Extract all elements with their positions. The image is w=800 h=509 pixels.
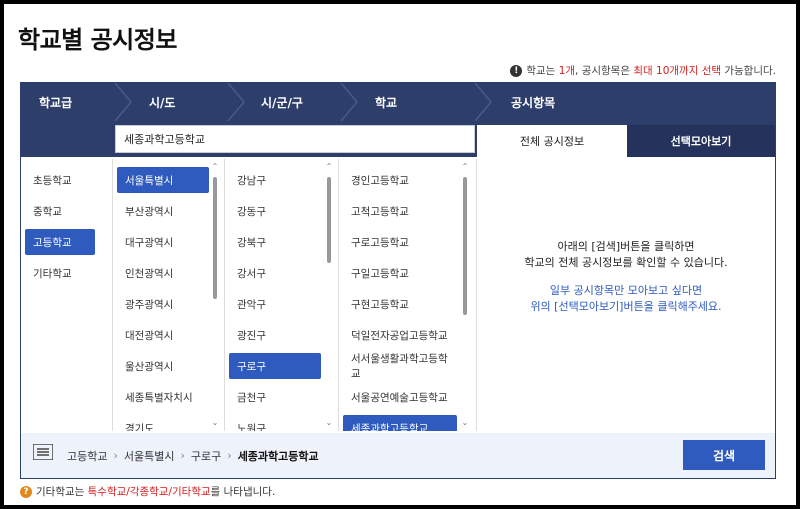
district-item[interactable]: 관악구 [229,291,321,317]
city-item[interactable]: 부산광역시 [117,198,209,224]
district-item[interactable]: 강남구 [229,167,321,193]
scroll-thumb[interactable] [463,177,467,315]
school-list: 경인고등학교고척고등학교구로고등학교구일고등학교구현고등학교덕일전자공업고등학교… [339,159,477,431]
school-level-item[interactable]: 고등학교 [25,229,95,255]
info-icon: ! [510,64,523,77]
selection-footer: 고등학교 › 서울특별시 › 구로구 › 세종과학고등학교 검색 [21,433,775,478]
scrollbar[interactable]: ⌃ ⌄ [211,163,219,427]
city-item[interactable]: 대전광역시 [117,322,209,348]
page: 학교별 공시정보 ! 학교는 1개, 공시항목은 최대 10개까지 선택 가능합… [4,4,796,505]
city-item[interactable]: 인천광역시 [117,260,209,286]
header-district: 시/군/구 [261,95,303,110]
scroll-down-icon[interactable]: ⌄ [461,419,469,427]
chevron-right-icon: › [227,449,232,462]
school-level-item[interactable]: 중학교 [25,198,95,224]
scrollbar[interactable]: ⌃ ⌄ [325,163,333,427]
district-item[interactable]: 강동구 [229,198,321,224]
header-school-level: 학교급 [39,95,73,110]
school-level-item[interactable]: 초등학교 [25,167,95,193]
scroll-thumb[interactable] [327,177,331,263]
chevron-right-icon [474,83,492,121]
other-school-note: ? 기타학교는 특수학교/각종학교/기타학교를 나타냅니다. [20,484,275,499]
school-item[interactable]: 세종과학고등학교 [343,415,457,431]
header-city: 시/도 [149,95,176,110]
search-button[interactable]: 검색 [683,440,765,470]
city-list: 서울특별시부산광역시대구광역시인천광역시광주광역시대전광역시울산광역시세종특별자… [113,159,225,431]
school-item[interactable]: 덕일전자공업고등학교 [343,322,457,348]
school-item[interactable]: 구로고등학교 [343,229,457,255]
scroll-thumb[interactable] [213,177,217,299]
page-title: 학교별 공시정보 [18,26,177,54]
school-item[interactable]: 경인고등학교 [343,167,457,193]
district-item[interactable]: 광진구 [229,322,321,348]
scroll-up-icon[interactable]: ⌃ [325,163,333,171]
district-list: 강남구 강동구 강북구 강서구 관악구 광진구 구로구 금천구 노원구 ⌃ ⌄ [225,159,339,431]
question-icon: ? [20,485,32,498]
scrollbar[interactable]: ⌃ ⌄ [461,163,469,427]
city-item[interactable]: 광주광역시 [117,291,209,317]
scroll-up-icon[interactable]: ⌃ [461,163,469,171]
city-item[interactable]: 경기도 [117,415,209,432]
scroll-down-icon[interactable]: ⌄ [211,419,219,427]
chevron-right-icon [227,83,245,121]
school-level-list: 초등학교중학교고등학교기타학교 [21,159,113,431]
district-item[interactable]: 강서구 [229,260,321,286]
city-item[interactable]: 세종특별자치시 [117,384,209,410]
city-item[interactable]: 서울특별시 [117,167,209,193]
chevron-right-icon: › [113,449,118,462]
collect-guide-text: 일부 공시항목만 모아보고 싶다면 위의 [선택모아보기]버튼을 클릭해주세요. [530,284,722,313]
tab-collected-view[interactable]: 선택모아보기 [627,125,775,157]
menu-icon [33,444,53,460]
search-panel: 학교급 시/도 시/군/구 학교 공시항목 세종과학고등학교 전체 공시정보 선… [20,82,776,479]
district-item[interactable]: 강북구 [229,229,321,255]
header-school: 학교 [375,95,398,110]
school-item[interactable]: 서울공연예술고등학교 [343,384,457,410]
school-level-item[interactable]: 기타학교 [25,260,95,286]
school-item[interactable]: 구현고등학교 [343,291,457,317]
scroll-up-icon[interactable]: ⌃ [211,163,219,171]
chevron-right-icon [340,83,358,121]
breadcrumb: 고등학교 › 서울특별시 › 구로구 › 세종과학고등학교 [67,449,319,463]
tab-all-disclosure[interactable]: 전체 공시정보 [477,125,627,157]
selected-school-field: 세종과학고등학교 [115,125,475,153]
header-disclosure-items: 공시항목 [511,95,556,110]
city-item[interactable]: 대구광역시 [117,229,209,255]
school-item[interactable]: 고척고등학교 [343,198,457,224]
school-item[interactable]: 구일고등학교 [343,260,457,286]
chevron-right-icon [114,83,132,121]
district-item[interactable]: 금천구 [229,384,321,410]
selection-notice: ! 학교는 1개, 공시항목은 최대 10개까지 선택 가능합니다. [510,63,776,78]
column-header: 학교급 시/도 시/군/구 학교 공시항목 [21,83,775,121]
chevron-right-icon: › [180,449,185,462]
district-item[interactable]: 노원구 [229,415,321,432]
city-item[interactable]: 울산광역시 [117,353,209,379]
school-item[interactable]: 서서울생활과학고등학교 [343,353,457,380]
info-message: 아래의 [검색]버튼을 클릭하면 학교의 전체 공시정보를 확인할 수 있습니다… [477,159,775,431]
district-item[interactable]: 구로구 [229,353,321,379]
search-guide-text: 아래의 [검색]버튼을 클릭하면 학교의 전체 공시정보를 확인할 수 있습니다… [524,240,728,269]
scroll-down-icon[interactable]: ⌄ [325,419,333,427]
